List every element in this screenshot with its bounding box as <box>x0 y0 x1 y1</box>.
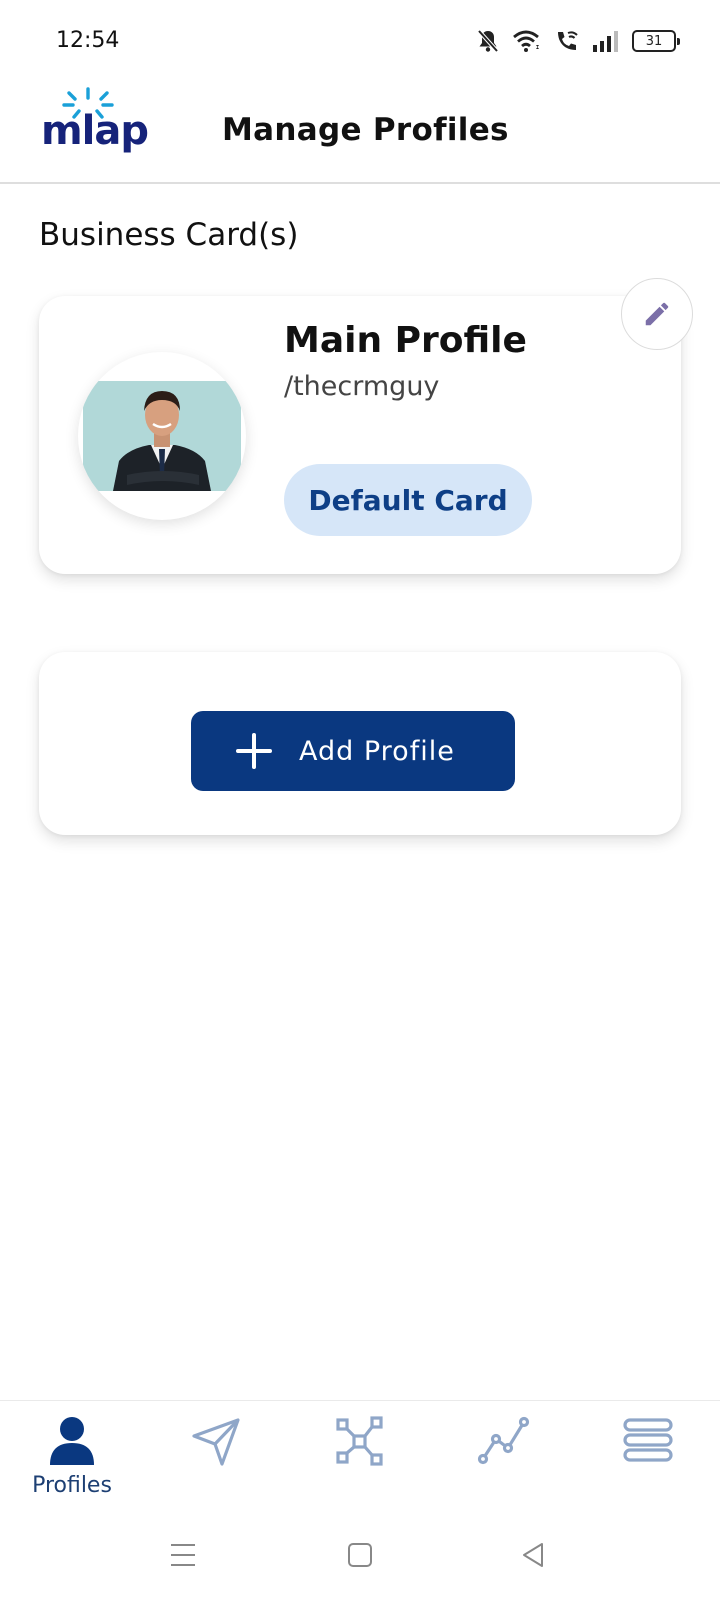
app-header: mlap Manage Profiles <box>0 84 720 184</box>
system-nav-bar <box>0 1512 720 1600</box>
edit-profile-button[interactable] <box>621 278 693 350</box>
analytics-icon <box>477 1416 530 1465</box>
send-icon <box>192 1418 240 1466</box>
add-profile-button[interactable]: Add Profile <box>191 711 515 791</box>
status-bar: 12:54 31 <box>0 0 720 84</box>
nav-item-network[interactable] <box>288 1401 432 1513</box>
profile-handle: /thecrmguy <box>284 371 440 402</box>
default-card-badge[interactable]: Default Card <box>284 464 532 536</box>
page-title: Manage Profiles <box>222 112 509 148</box>
mlap-logo: mlap <box>41 87 149 154</box>
home-square-icon[interactable] <box>345 1540 375 1570</box>
nav-item-profiles[interactable]: Profiles <box>0 1401 144 1513</box>
nav-item-send[interactable] <box>144 1401 288 1513</box>
pencil-icon <box>645 302 669 326</box>
back-triangle-icon[interactable] <box>518 1540 548 1570</box>
mute-bell-icon <box>477 29 499 53</box>
profile-name: Main Profile <box>284 320 527 361</box>
plus-icon <box>236 733 272 769</box>
status-time: 12:54 <box>56 28 120 53</box>
bottom-nav: Profiles <box>0 1400 720 1512</box>
signal-icon <box>593 31 618 52</box>
person-icon <box>50 1417 94 1465</box>
nav-item-menu[interactable] <box>576 1401 720 1513</box>
section-title: Business Card(s) <box>39 217 299 253</box>
profile-photo <box>83 381 241 491</box>
avatar <box>78 352 246 520</box>
wifi-icon <box>513 30 539 52</box>
recents-menu-icon[interactable] <box>168 1540 198 1570</box>
add-profile-label: Add Profile <box>299 735 455 767</box>
svg-text:mlap: mlap <box>41 108 148 154</box>
network-icon <box>336 1416 383 1466</box>
nav-label-profiles: Profiles <box>32 1473 112 1498</box>
nav-item-analytics[interactable] <box>432 1401 576 1513</box>
profile-card[interactable]: Main Profile /thecrmguy Default Card <box>39 278 693 574</box>
menu-icon <box>623 1418 673 1462</box>
add-profile-card: Add Profile <box>39 652 681 835</box>
battery-indicator: 31 <box>632 30 680 52</box>
wifi-call-icon <box>558 31 578 50</box>
screen: 12:54 31 mlap Manage Profiles Business C… <box>0 0 720 1600</box>
status-icons: 31 <box>476 26 680 56</box>
